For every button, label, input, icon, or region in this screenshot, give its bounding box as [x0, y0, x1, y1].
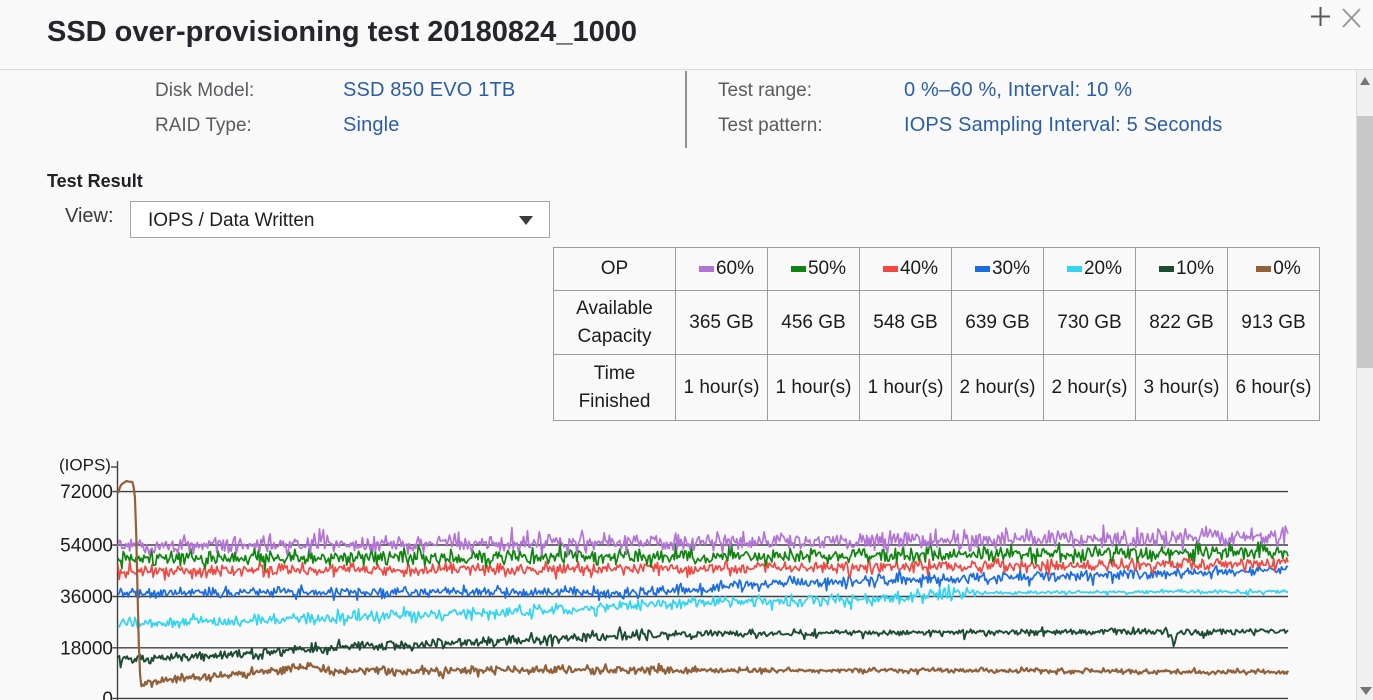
svg-text:54000: 54000	[60, 536, 113, 557]
svg-text:18000: 18000	[60, 638, 113, 659]
svg-text:72000: 72000	[60, 482, 113, 503]
svg-text:(IOPS): (IOPS)	[59, 456, 111, 475]
svg-text:0: 0	[102, 689, 113, 700]
svg-text:36000: 36000	[60, 587, 113, 608]
